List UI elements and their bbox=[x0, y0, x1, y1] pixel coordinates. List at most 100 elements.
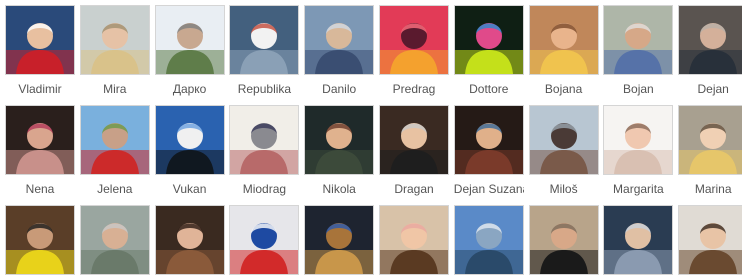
friend-tile[interactable]: Republika bbox=[229, 5, 300, 96]
friend-tile[interactable] bbox=[154, 205, 225, 275]
friend-tile[interactable] bbox=[229, 205, 300, 275]
friend-tile[interactable]: Miloš bbox=[528, 105, 599, 196]
friend-tile[interactable]: Nikola bbox=[304, 105, 375, 196]
friend-photo[interactable] bbox=[528, 5, 599, 75]
photo-thumbnail bbox=[155, 206, 224, 274]
photo-thumbnail bbox=[529, 206, 598, 274]
photo-thumbnail bbox=[6, 206, 74, 274]
friend-photo[interactable] bbox=[603, 5, 674, 75]
friend-tile[interactable]: Jelena bbox=[79, 105, 150, 196]
friend-photo[interactable] bbox=[603, 205, 674, 275]
friend-photo[interactable] bbox=[453, 105, 524, 175]
friend-name[interactable]: Nena bbox=[5, 182, 75, 196]
friend-name[interactable]: Bojan bbox=[603, 82, 673, 96]
friend-tile[interactable]: Bojan bbox=[603, 5, 674, 96]
friend-name[interactable]: Jelena bbox=[80, 182, 150, 196]
friend-photo[interactable] bbox=[79, 105, 150, 175]
friend-name[interactable]: Margarita bbox=[603, 182, 673, 196]
photo-thumbnail bbox=[679, 106, 742, 174]
friend-name[interactable]: Dottore bbox=[454, 82, 524, 96]
photo-thumbnail bbox=[155, 6, 224, 74]
friend-tile[interactable]: Nena bbox=[5, 105, 75, 196]
friend-photo[interactable] bbox=[229, 5, 300, 75]
friend-photo[interactable] bbox=[379, 5, 449, 75]
friend-name[interactable]: Nikola bbox=[304, 182, 374, 196]
friend-photo[interactable] bbox=[5, 105, 75, 175]
friend-tile[interactable] bbox=[79, 205, 150, 275]
friend-tile[interactable]: Predrag bbox=[379, 5, 449, 96]
friend-photo[interactable] bbox=[453, 205, 524, 275]
friend-photo[interactable] bbox=[229, 205, 300, 275]
friend-photo[interactable] bbox=[453, 5, 524, 75]
friend-name[interactable]: Republika bbox=[229, 82, 299, 96]
friend-name[interactable]: Vukan bbox=[155, 182, 225, 196]
photo-thumbnail bbox=[454, 106, 523, 174]
friend-photo[interactable] bbox=[79, 205, 150, 275]
friend-tile[interactable] bbox=[304, 205, 375, 275]
friend-tile[interactable]: Dragan bbox=[379, 105, 449, 196]
friend-tile[interactable]: Bojana bbox=[528, 5, 599, 96]
photo-thumbnail bbox=[380, 6, 448, 74]
photo-thumbnail bbox=[380, 206, 448, 274]
friend-tile[interactable] bbox=[603, 205, 674, 275]
friend-photo[interactable] bbox=[678, 5, 742, 75]
friend-tile[interactable]: Dejan bbox=[678, 5, 742, 96]
photo-thumbnail bbox=[529, 106, 598, 174]
photo-thumbnail bbox=[679, 6, 742, 74]
friend-tile[interactable]: Дарко bbox=[154, 5, 225, 96]
friend-photo[interactable] bbox=[229, 105, 300, 175]
friend-tile[interactable]: Miodrag bbox=[229, 105, 300, 196]
friend-photo[interactable] bbox=[154, 205, 225, 275]
friend-name[interactable]: Dejan Suzana bbox=[454, 182, 524, 196]
photo-thumbnail bbox=[305, 106, 374, 174]
photo-thumbnail bbox=[80, 106, 149, 174]
friend-name[interactable]: Bojana bbox=[529, 82, 599, 96]
friend-tile[interactable]: Marina bbox=[678, 105, 742, 196]
friend-tile[interactable] bbox=[678, 205, 742, 275]
friend-tile[interactable]: Dottore bbox=[453, 5, 524, 96]
friend-photo[interactable] bbox=[379, 105, 449, 175]
friend-name[interactable]: Danilo bbox=[304, 82, 374, 96]
friend-name[interactable]: Dejan bbox=[678, 82, 742, 96]
friend-photo[interactable] bbox=[304, 105, 375, 175]
friend-photo[interactable] bbox=[154, 5, 225, 75]
friend-name[interactable]: Miodrag bbox=[229, 182, 299, 196]
friend-name[interactable]: Дарко bbox=[155, 82, 225, 96]
friend-tile[interactable] bbox=[453, 205, 524, 275]
friend-photo[interactable] bbox=[528, 205, 599, 275]
friend-tile[interactable]: Margarita bbox=[603, 105, 674, 196]
friend-name[interactable]: Mira bbox=[80, 82, 150, 96]
friend-photo[interactable] bbox=[5, 205, 75, 275]
friend-name[interactable]: Dragan bbox=[379, 182, 449, 196]
friend-tile[interactable] bbox=[528, 205, 599, 275]
friend-photo[interactable] bbox=[528, 105, 599, 175]
friend-tile[interactable]: Vukan bbox=[154, 105, 225, 196]
friend-photo[interactable] bbox=[678, 205, 742, 275]
friend-name[interactable]: Marina bbox=[678, 182, 742, 196]
friend-tile[interactable]: Mira bbox=[79, 5, 150, 96]
photo-thumbnail bbox=[529, 6, 598, 74]
photo-thumbnail bbox=[305, 206, 374, 274]
photo-thumbnail bbox=[380, 106, 448, 174]
photo-thumbnail bbox=[604, 6, 673, 74]
friend-photo[interactable] bbox=[304, 205, 375, 275]
friend-tile[interactable]: Vladimir bbox=[5, 5, 75, 96]
friend-photo[interactable] bbox=[5, 5, 75, 75]
friend-tile[interactable] bbox=[379, 205, 449, 275]
friend-name[interactable]: Predrag bbox=[379, 82, 449, 96]
friend-tile[interactable]: Danilo bbox=[304, 5, 375, 96]
friend-photo[interactable] bbox=[154, 105, 225, 175]
friend-photo[interactable] bbox=[678, 105, 742, 175]
friend-photo[interactable] bbox=[79, 5, 150, 75]
photo-thumbnail bbox=[230, 106, 299, 174]
friend-name[interactable]: Miloš bbox=[529, 182, 599, 196]
friend-photo[interactable] bbox=[603, 105, 674, 175]
photo-thumbnail bbox=[604, 206, 673, 274]
friend-name[interactable]: Vladimir bbox=[5, 82, 75, 96]
photo-thumbnail bbox=[80, 206, 149, 274]
photo-thumbnail bbox=[6, 6, 74, 74]
friend-photo[interactable] bbox=[304, 5, 375, 75]
friend-tile[interactable] bbox=[5, 205, 75, 275]
friend-photo[interactable] bbox=[379, 205, 449, 275]
friend-tile[interactable]: Dejan Suzana bbox=[453, 105, 524, 196]
